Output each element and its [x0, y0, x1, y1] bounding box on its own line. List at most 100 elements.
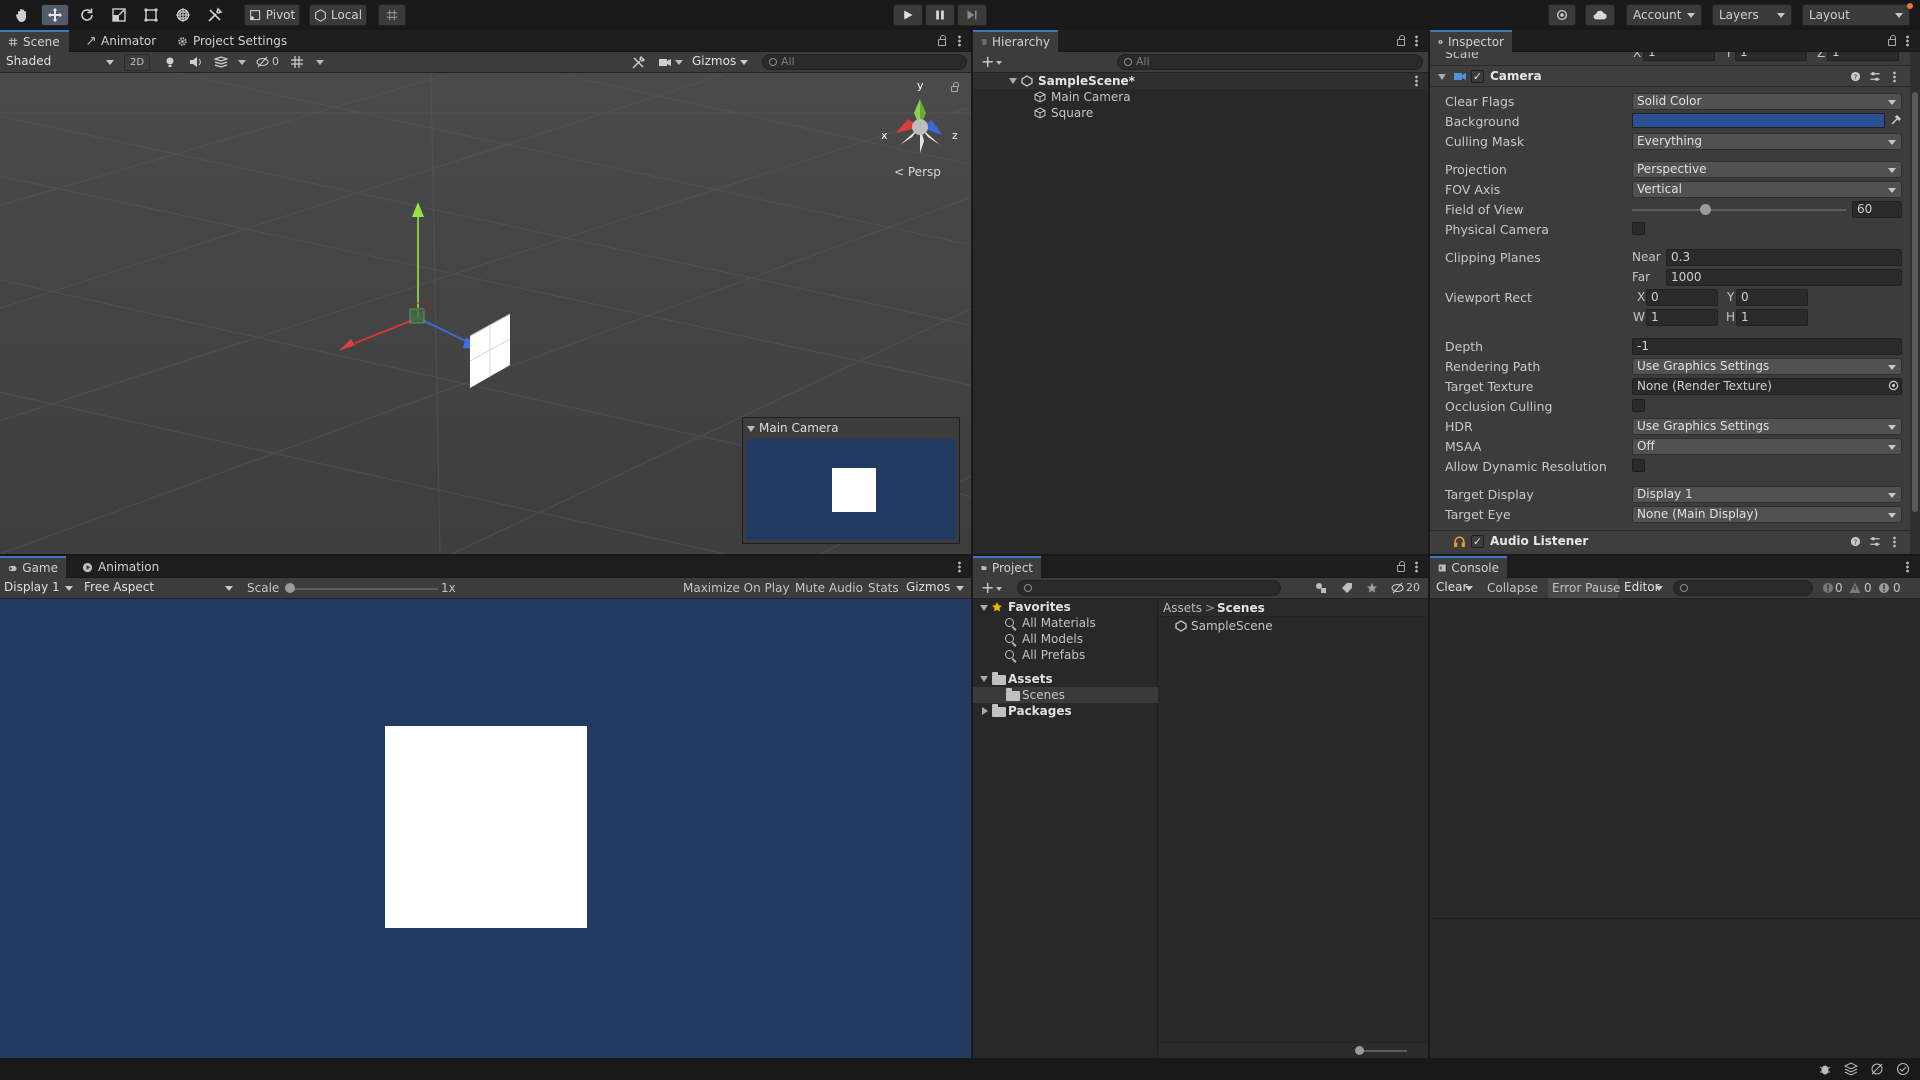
- gizmos-dropdown[interactable]: Gizmos: [688, 54, 753, 71]
- bug-icon[interactable]: [1818, 1062, 1832, 1076]
- scale-x-field[interactable]: 1: [1643, 52, 1715, 61]
- scene-row[interactable]: SampleScene*: [973, 73, 1428, 89]
- move-tool-button[interactable]: [41, 4, 69, 26]
- assets-expand-arrow[interactable]: [980, 676, 988, 682]
- favorite-item-all-models[interactable]: All Models: [973, 631, 1158, 647]
- lock-icon[interactable]: [938, 35, 946, 46]
- viewport-h-field[interactable]: 1: [1736, 309, 1808, 326]
- light-icon[interactable]: [164, 56, 176, 68]
- viewport-x-field[interactable]: 0: [1646, 289, 1718, 306]
- pause-button[interactable]: [925, 4, 955, 26]
- project-menu-icon[interactable]: [1415, 561, 1418, 573]
- viewport-w-field[interactable]: 1: [1646, 309, 1718, 326]
- clear-button[interactable]: Clear: [1432, 580, 1478, 597]
- object-picker-icon[interactable]: [1888, 380, 1899, 391]
- tab-scene[interactable]: Scene: [0, 30, 69, 52]
- scene-search-input[interactable]: All: [762, 54, 967, 70]
- favorite-item-all-materials[interactable]: All Materials: [973, 615, 1158, 631]
- tab-hierarchy[interactable]: Hierarchy: [973, 30, 1058, 52]
- play-button[interactable]: [893, 4, 923, 26]
- 2d-toggle[interactable]: 2D: [124, 54, 150, 71]
- console-search-input[interactable]: [1673, 580, 1813, 596]
- pivot-toggle[interactable]: Pivot: [244, 4, 300, 26]
- occlusion-culling-checkbox[interactable]: [1632, 399, 1645, 412]
- grid-dropdown-arrow[interactable]: [316, 60, 324, 65]
- label-icon[interactable]: [1341, 582, 1353, 594]
- tab-animation[interactable]: Animation: [74, 556, 167, 578]
- maximize-on-play-button[interactable]: Maximize On Play: [683, 581, 790, 595]
- camera-dropdown-arrow[interactable]: [675, 60, 683, 65]
- viewport-y-field[interactable]: 0: [1736, 289, 1808, 306]
- breadcrumb-scenes[interactable]: Scenes: [1217, 601, 1265, 615]
- transform-tool-button[interactable]: [169, 4, 197, 26]
- far-field[interactable]: 1000: [1666, 269, 1902, 286]
- inspector-lock-icon[interactable]: [1888, 35, 1896, 46]
- rendering-path-dropdown[interactable]: Use Graphics Settings: [1632, 358, 1902, 375]
- camera-component-header[interactable]: ✓ Camera ?: [1430, 65, 1910, 87]
- scale-y-field[interactable]: 1: [1735, 52, 1807, 61]
- hierarchy-lock-icon[interactable]: [1397, 35, 1405, 46]
- projection-dropdown[interactable]: Perspective: [1632, 161, 1902, 178]
- rotate-tool-button[interactable]: [73, 4, 101, 26]
- hand-tool-button[interactable]: [8, 4, 36, 26]
- star-icon[interactable]: [1366, 582, 1378, 594]
- scale-tool-button[interactable]: [105, 4, 133, 26]
- error-pause-button[interactable]: Error Pause: [1548, 578, 1620, 598]
- preset-icon[interactable]: [1869, 536, 1881, 547]
- project-lock-icon[interactable]: [1397, 561, 1405, 572]
- favorites-expand-arrow[interactable]: [980, 605, 988, 611]
- tools-icon[interactable]: [632, 56, 645, 69]
- folder-item-assets[interactable]: Assets: [973, 671, 1158, 687]
- clear-flags-dropdown[interactable]: Solid Color: [1632, 93, 1902, 110]
- camera-enabled-checkbox[interactable]: ✓: [1471, 70, 1484, 83]
- dynamic-resolution-checkbox[interactable]: [1632, 459, 1645, 472]
- grid-snap-button[interactable]: [378, 4, 406, 26]
- log-icon[interactable]: [1822, 582, 1834, 594]
- hierarchy-item-square[interactable]: Square: [973, 105, 1428, 121]
- collapse-button[interactable]: Collapse: [1487, 581, 1538, 595]
- project-search-input[interactable]: [1017, 580, 1281, 596]
- breadcrumb-assets[interactable]: Assets: [1163, 601, 1202, 615]
- folder-item-scenes[interactable]: Scenes: [973, 687, 1158, 703]
- effects-dropdown-arrow[interactable]: [238, 60, 246, 65]
- tab-console[interactable]: Console: [1430, 556, 1507, 578]
- eyedropper-icon[interactable]: [1890, 114, 1902, 126]
- culling-mask-dropdown[interactable]: Everything: [1632, 133, 1902, 150]
- console-splitter[interactable]: [1430, 918, 1920, 919]
- orientation-gizmo[interactable]: [880, 87, 960, 167]
- warning-icon[interactable]: [1849, 582, 1861, 594]
- help-icon[interactable]: ?: [1850, 536, 1861, 547]
- target-display-dropdown[interactable]: Display 1: [1632, 486, 1902, 503]
- local-toggle[interactable]: Local: [309, 4, 367, 26]
- mute-audio-button[interactable]: Mute Audio: [795, 581, 863, 595]
- effects-icon[interactable]: [214, 56, 228, 68]
- asset-item-samplescene[interactable]: SampleScene: [1159, 618, 1428, 634]
- hierarchy-item-main-camera[interactable]: Main Camera: [973, 89, 1428, 105]
- audio-listener-header[interactable]: ✓ Audio Listener ?: [1430, 530, 1910, 552]
- audio-icon[interactable]: [189, 56, 202, 68]
- layers-dropdown[interactable]: Layers: [1712, 4, 1792, 26]
- near-field[interactable]: 0.3: [1666, 249, 1902, 266]
- account-dropdown[interactable]: Account: [1626, 4, 1702, 26]
- fov-field[interactable]: 60: [1852, 201, 1902, 218]
- depth-field[interactable]: -1: [1632, 338, 1902, 355]
- scale-slider-track[interactable]: [286, 588, 438, 590]
- target-eye-dropdown[interactable]: None (Main Display): [1632, 506, 1902, 523]
- camera-foldout-arrow[interactable]: [1438, 74, 1446, 80]
- component-menu-icon[interactable]: [1893, 71, 1896, 83]
- game-menu-icon[interactable]: [958, 561, 961, 573]
- packages-expand-arrow[interactable]: [982, 707, 988, 715]
- tab-game[interactable]: Game: [0, 556, 66, 578]
- physical-camera-checkbox[interactable]: [1632, 222, 1645, 235]
- shading-mode-dropdown[interactable]: Shaded: [2, 54, 119, 71]
- project-create-button[interactable]: +: [981, 578, 1003, 597]
- console-menu-icon[interactable]: [1906, 561, 1909, 573]
- tab-project[interactable]: Project: [973, 556, 1041, 578]
- scale-slider-thumb[interactable]: [285, 583, 295, 593]
- error-icon[interactable]: [1878, 582, 1890, 594]
- preset-icon[interactable]: [1869, 71, 1881, 82]
- fov-slider-track[interactable]: [1632, 209, 1846, 211]
- step-button[interactable]: [957, 4, 987, 26]
- gizmo-lock-icon[interactable]: [951, 82, 959, 92]
- display-dropdown[interactable]: Display 1: [0, 580, 78, 597]
